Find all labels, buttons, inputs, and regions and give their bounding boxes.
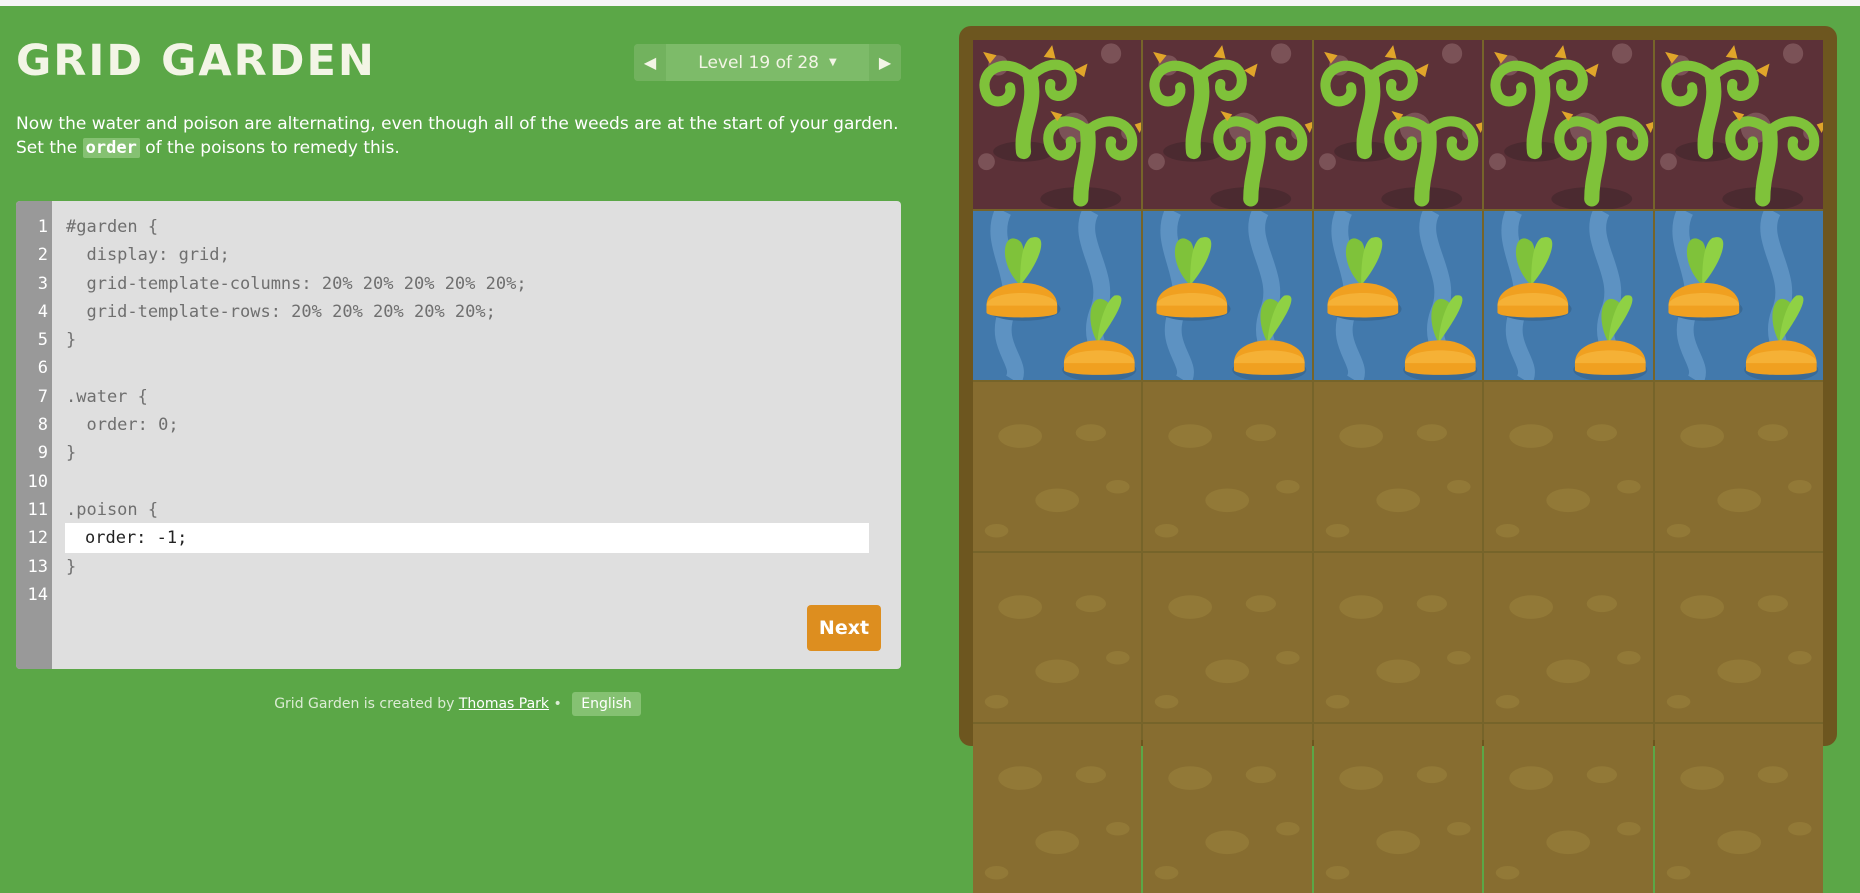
app-title: GRID GARDEN xyxy=(16,36,376,86)
triangle-left-icon: ◀ xyxy=(643,53,657,72)
language-button[interactable]: English xyxy=(572,692,641,716)
line-number: 9 xyxy=(37,443,48,464)
footer-separator: • xyxy=(549,696,567,712)
line-number: 1 xyxy=(37,217,48,237)
left-pane: GRID GARDEN ◀ Level 19 of 28 ▼ ▶ Now the… xyxy=(0,6,915,726)
code-line: } xyxy=(66,443,77,464)
soil-cell xyxy=(1313,382,1483,551)
next-button[interactable]: Next xyxy=(807,605,881,651)
line-numbers: 1 2 3 4 5 6 7 8 9 10 11 12 13 14 xyxy=(16,213,48,609)
level-indicator[interactable]: Level 19 of 28 ▼ xyxy=(666,44,869,81)
line-number: 5 xyxy=(37,330,48,351)
garden-frame xyxy=(959,26,1837,893)
line-number: 8 xyxy=(37,415,48,436)
soil-cell xyxy=(1654,382,1823,551)
soil-cell xyxy=(973,724,1142,893)
soil-cell xyxy=(1484,382,1653,551)
poison-weed-cell xyxy=(973,40,1142,209)
soil-cell xyxy=(1484,553,1653,722)
soil-cell xyxy=(973,382,1142,551)
instructions: Now the water and poison are alternating… xyxy=(16,112,906,160)
line-number: 14 xyxy=(27,584,48,605)
instructions-text-after: of the poisons to remedy this. xyxy=(139,138,400,158)
poison-weed-cell xyxy=(1143,40,1312,209)
line-number: 7 xyxy=(37,386,48,407)
poison-weed-cell xyxy=(1313,40,1483,209)
footer: Grid Garden is created by Thomas Park • … xyxy=(0,692,915,716)
water-carrot-cell xyxy=(1654,211,1823,380)
triangle-right-icon: ▶ xyxy=(878,53,892,72)
footer-prefix: Grid Garden is created by xyxy=(274,696,459,712)
next-level-button[interactable]: ▶ xyxy=(869,44,901,81)
code-editor: 1 2 3 4 5 6 7 8 9 10 11 12 13 14 #garden { display: g… xyxy=(16,201,901,669)
code-line: .water { xyxy=(66,386,148,407)
soil-cell xyxy=(973,553,1142,722)
line-number: 6 xyxy=(37,358,48,379)
line-number-gutter: 1 2 3 4 5 6 7 8 9 10 11 12 13 14 xyxy=(16,201,52,669)
line-number: 11 xyxy=(27,499,48,520)
water-carrot-cell xyxy=(1313,211,1483,380)
line-number: 3 xyxy=(37,273,48,294)
caret-down-icon: ▼ xyxy=(829,57,837,68)
soil-cell xyxy=(1654,553,1823,722)
level-navigation: ◀ Level 19 of 28 ▼ ▶ xyxy=(634,44,901,81)
soil-cell xyxy=(1313,724,1483,893)
poison-weed-cell xyxy=(1484,40,1653,209)
code-line: #garden { xyxy=(66,217,159,237)
author-link[interactable]: Thomas Park xyxy=(459,696,549,712)
water-carrot-cell xyxy=(1143,211,1312,380)
line-number: 12 xyxy=(27,528,48,549)
code-line: } xyxy=(66,330,77,351)
soil-cell xyxy=(1484,724,1653,893)
prev-level-button[interactable]: ◀ xyxy=(634,44,666,81)
garden-grid xyxy=(973,40,1823,893)
code-line: grid-template-rows: 20% 20% 20% 20% 20%; xyxy=(66,301,496,322)
instructions-code-word: order xyxy=(82,138,140,158)
soil-cell xyxy=(1654,724,1823,893)
water-carrot-cell xyxy=(1484,211,1653,380)
code-line: order: 0; xyxy=(66,415,179,436)
soil-cell xyxy=(1143,724,1312,893)
soil-cell xyxy=(1143,553,1312,722)
code-line: .poison { xyxy=(66,499,159,520)
poison-weed-cell xyxy=(1654,40,1823,209)
soil-cell xyxy=(1313,553,1483,722)
css-code-input[interactable] xyxy=(65,523,869,553)
level-label: Level 19 of 28 xyxy=(698,52,820,73)
line-number: 13 xyxy=(27,556,48,577)
code-line: } xyxy=(66,556,77,577)
line-number: 10 xyxy=(27,471,48,492)
code-line: display: grid; xyxy=(66,245,230,266)
water-carrot-cell xyxy=(973,211,1142,380)
code-line: grid-template-columns: 20% 20% 20% 20% 2… xyxy=(66,273,527,294)
line-number: 2 xyxy=(37,245,48,266)
line-number: 4 xyxy=(37,301,48,322)
soil-cell xyxy=(1143,382,1312,551)
